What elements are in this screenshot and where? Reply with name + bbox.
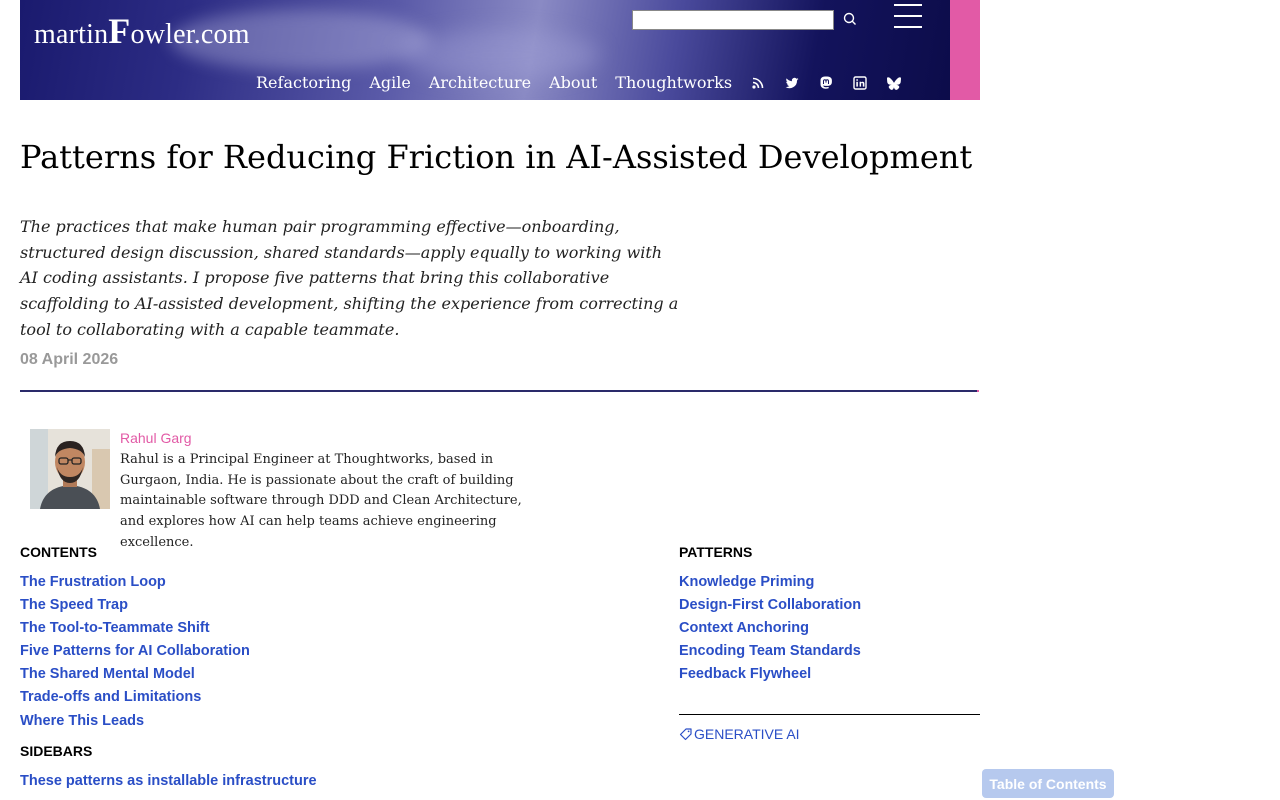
list-item: Design-First Collaboration [679,596,861,619]
divider-accent [977,390,979,392]
nav-thoughtworks[interactable]: Thoughtworks [615,73,732,92]
sidebar-link[interactable]: These patterns as installable infrastruc… [20,773,317,789]
divider [20,390,978,392]
twitter-icon[interactable] [784,75,800,91]
contents-link[interactable]: Trade-offs and Limitations [20,689,201,705]
pattern-link[interactable]: Design-First Collaboration [679,597,861,613]
author-name-link[interactable]: Rahul Garg [120,430,192,446]
list-item: Feedback Flywheel [679,665,861,688]
list-item: Five Patterns for AI Collaboration [20,642,250,665]
contents-link[interactable]: The Tool-to-Teammate Shift [20,620,210,636]
logo-initial: F [108,11,131,51]
author-avatar[interactable] [30,429,110,509]
main-nav: Refactoring Agile Architecture About Tho… [256,73,920,92]
hamburger-menu-icon[interactable] [894,4,922,30]
tag-icon [679,727,693,741]
list-item: The Speed Trap [20,596,250,619]
contents-link[interactable]: The Speed Trap [20,597,128,613]
patterns-heading: PATTERNS [679,544,753,560]
mastodon-icon[interactable] [818,75,834,91]
contents-heading: CONTENTS [20,544,97,560]
sidebars-list: These patterns as installable infrastruc… [20,772,317,795]
list-item: The Shared Mental Model [20,665,250,688]
article-abstract: The practices that make human pair progr… [20,217,679,339]
list-item: Knowledge Priming [679,573,861,596]
logo-suffix: owler.com [130,19,250,50]
sidebars-heading: SIDEBARS [20,743,93,759]
pattern-link[interactable]: Encoding Team Standards [679,643,861,659]
list-item: These patterns as installable infrastruc… [20,772,317,795]
table-of-contents-button[interactable]: Table of Contents [982,769,1114,798]
tag-divider [679,714,980,715]
contents-link[interactable]: Where This Leads [20,713,144,729]
accent-bar [950,0,980,100]
contents-list: The Frustration Loop The Speed Trap The … [20,573,250,735]
author-bio: Rahul is a Principal Engineer at Thought… [120,452,522,550]
list-item: Trade-offs and Limitations [20,688,250,711]
list-item: Encoding Team Standards [679,642,861,665]
contents-link[interactable]: The Frustration Loop [20,574,166,590]
nav-agile[interactable]: Agile [369,73,411,92]
nav-architecture[interactable]: Architecture [429,73,531,92]
tag-label: GENERATIVE AI [694,726,800,742]
search-icon[interactable] [842,11,858,27]
list-item: Where This Leads [20,712,250,735]
list-item: The Frustration Loop [20,573,250,596]
contents-link[interactable]: Five Patterns for AI Collaboration [20,643,250,659]
bluesky-icon[interactable] [886,75,902,91]
pattern-link[interactable]: Knowledge Priming [679,574,814,590]
logo-prefix: martin [34,19,109,50]
patterns-list: Knowledge Priming Design-First Collabora… [679,573,861,688]
nav-refactoring[interactable]: Refactoring [256,73,351,92]
site-logo[interactable]: martinFowler.com [34,10,250,52]
list-item: Context Anchoring [679,619,861,642]
search-input[interactable] [632,10,834,30]
contents-link[interactable]: The Shared Mental Model [20,666,195,682]
tag-link[interactable]: GENERATIVE AI [679,726,800,742]
linkedin-icon[interactable] [852,75,868,91]
pattern-link[interactable]: Context Anchoring [679,620,809,636]
rss-icon[interactable] [750,75,766,91]
pattern-link[interactable]: Feedback Flywheel [679,666,811,682]
site-header-banner: martinFowler.com Refactoring Agile Archi… [20,0,950,100]
nav-about[interactable]: About [549,73,597,92]
list-item: The Tool-to-Teammate Shift [20,619,250,642]
publish-date: 08 April 2026 [20,351,119,368]
page-title: Patterns for Reducing Friction in AI-Ass… [20,138,973,176]
